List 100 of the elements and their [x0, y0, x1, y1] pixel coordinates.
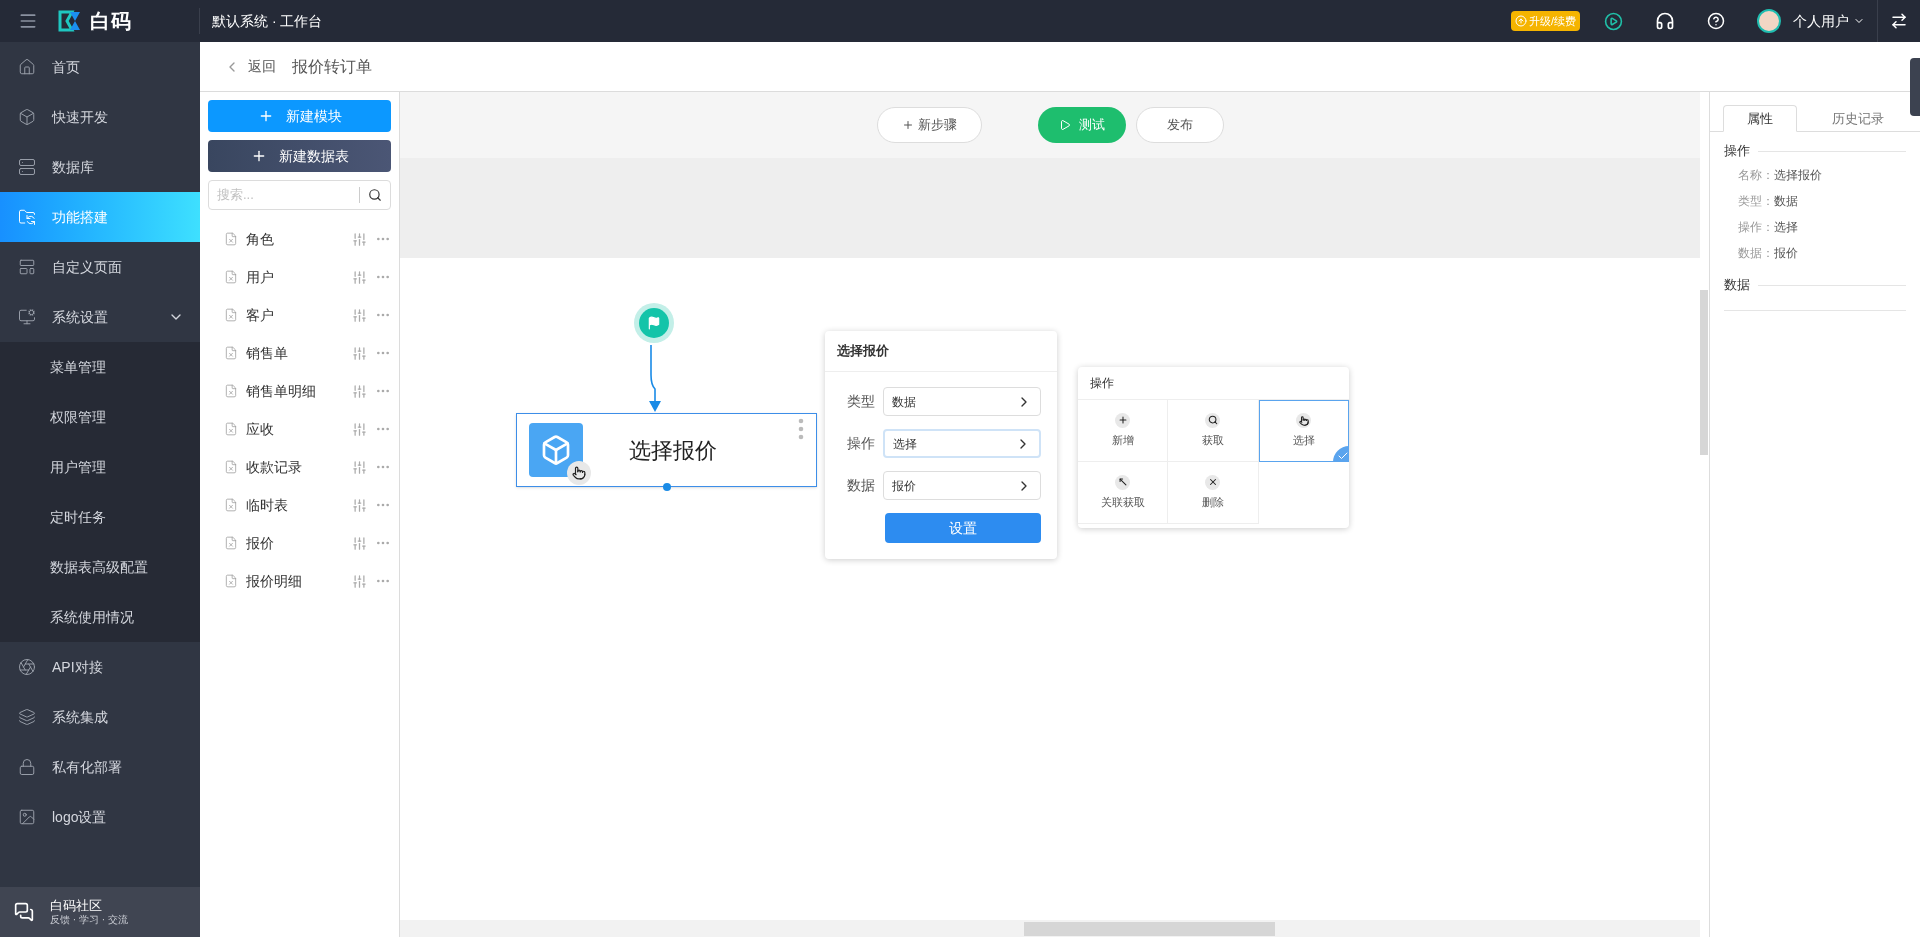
node-title: 选择报价	[629, 436, 718, 465]
popup-title: 选择报价	[825, 331, 1057, 372]
panel-tab[interactable]: 属性	[1723, 105, 1797, 132]
start-node[interactable]	[634, 303, 674, 343]
layout-icon	[18, 258, 36, 276]
sliders-icon[interactable]	[352, 459, 367, 475]
community-subtitle: 反馈 · 学习 · 交流	[50, 913, 128, 927]
search-field[interactable]: 搜索...	[208, 180, 391, 210]
plus-icon	[901, 119, 914, 131]
sidebar-item[interactable]: 自定义页面	[0, 242, 200, 292]
sliders-icon[interactable]	[352, 497, 367, 513]
node-icon	[529, 423, 591, 485]
operation-option[interactable]: 删除	[1168, 462, 1259, 524]
help-icon[interactable]	[1707, 12, 1725, 30]
operation-option[interactable]: 选择	[1258, 400, 1349, 462]
file-icon	[224, 232, 238, 246]
sidebar-item[interactable]: 快速开发	[0, 92, 200, 142]
submenu-item[interactable]: 定时任务	[0, 492, 200, 542]
section-title: 操作	[1724, 142, 1750, 161]
panel-tab[interactable]: 历史记录	[1821, 105, 1895, 132]
table-item[interactable]: 报价	[208, 524, 391, 562]
workspace-title: 默认系统 · 工作台	[212, 11, 323, 31]
table-item[interactable]: 报价明细	[208, 562, 391, 600]
table-item[interactable]: 应收	[208, 410, 391, 448]
operation-option[interactable]: 新增	[1078, 400, 1169, 462]
sliders-icon[interactable]	[352, 231, 367, 247]
new-button[interactable]: 新建数据表	[208, 140, 391, 172]
sliders-icon[interactable]	[352, 345, 367, 361]
sliders-icon[interactable]	[352, 573, 367, 589]
sidebar-item[interactable]: 系统设置	[0, 292, 200, 342]
property-value: 选择	[1774, 219, 1798, 236]
sidebar-item[interactable]: logo设置	[0, 792, 200, 842]
sliders-icon[interactable]	[352, 307, 367, 323]
operation-option[interactable]: 获取	[1168, 400, 1259, 462]
sidebar-item[interactable]: 系统集成	[0, 692, 200, 742]
headset-icon[interactable]	[1655, 11, 1675, 31]
back-link[interactable]: 返回	[224, 56, 276, 77]
file-icon	[224, 346, 238, 360]
search-icon	[1208, 415, 1218, 426]
sliders-icon[interactable]	[352, 535, 367, 551]
select-field[interactable]: 数据	[883, 387, 1041, 416]
publish-button[interactable]: 发布	[1135, 107, 1224, 143]
table-item[interactable]: 临时表	[208, 486, 391, 524]
logo-text: 白码	[90, 9, 132, 34]
side-handle[interactable]	[1910, 58, 1920, 116]
submenu-item[interactable]: 系统使用情况	[0, 592, 200, 642]
logo-icon	[58, 10, 82, 32]
file-icon	[224, 270, 238, 284]
sidebar-item[interactable]: 数据库	[0, 142, 200, 192]
table-item[interactable]: 销售单明细	[208, 372, 391, 410]
sliders-icon[interactable]	[352, 269, 367, 285]
lock-icon	[18, 758, 36, 776]
submenu-item[interactable]: 菜单管理	[0, 342, 200, 392]
table-item[interactable]: 用户	[208, 258, 391, 296]
community-panel[interactable]: 白码社区 反馈 · 学习 · 交流	[0, 887, 200, 937]
switch-icon[interactable]	[1890, 12, 1908, 30]
avatar[interactable]	[1757, 9, 1781, 33]
cube-icon	[18, 108, 36, 126]
section-title: 数据	[1724, 276, 1750, 295]
sliders-icon[interactable]	[352, 421, 367, 437]
search-input[interactable]: 搜索...	[217, 185, 351, 205]
submenu-item[interactable]: 权限管理	[0, 392, 200, 442]
field-label: 操作	[846, 434, 875, 453]
layers-icon	[18, 708, 36, 726]
user-menu[interactable]: 个人用户	[1793, 10, 1865, 32]
file-icon	[224, 384, 238, 398]
sliders-icon[interactable]	[352, 383, 367, 399]
community-title: 白码社区	[50, 897, 103, 914]
more-icon[interactable]	[798, 418, 804, 440]
play-icon[interactable]	[1604, 11, 1623, 31]
table-item[interactable]: 销售单	[208, 334, 391, 372]
popup-title: 操作	[1089, 375, 1115, 392]
file-icon	[224, 460, 238, 474]
search-icon[interactable]	[368, 188, 382, 202]
home-icon	[18, 58, 36, 76]
select-field[interactable]: 报价	[883, 471, 1041, 500]
table-item[interactable]: 角色	[208, 220, 391, 258]
aperture-icon	[18, 658, 36, 676]
menu-icon[interactable]	[18, 11, 38, 31]
submenu-item[interactable]: 用户管理	[0, 442, 200, 492]
field-label: 类型	[846, 392, 875, 411]
file-icon	[224, 574, 238, 588]
file-icon	[224, 498, 238, 512]
sidebar-item[interactable]: 私有化部署	[0, 742, 200, 792]
operation-option[interactable]: 关联获取	[1078, 462, 1169, 524]
vertical-scrollbar[interactable]	[1700, 290, 1708, 455]
property-label: 数据：	[1738, 245, 1774, 262]
horizontal-scrollbar[interactable]	[1024, 921, 1275, 936]
property-value: 选择报价	[1774, 167, 1822, 184]
connector-arrow	[646, 345, 664, 413]
sidebar-item[interactable]: 首页	[0, 42, 200, 92]
connection-handle[interactable]	[662, 483, 671, 491]
property-label: 名称：	[1738, 167, 1774, 184]
select-field[interactable]: 选择	[883, 429, 1041, 458]
sidebar-item[interactable]: API对接	[0, 642, 200, 692]
submenu-item[interactable]: 数据表高级配置	[0, 542, 200, 592]
new-step-button[interactable]: 新步骤	[876, 107, 982, 143]
page-title: 报价转订单	[292, 56, 372, 77]
table-item[interactable]: 客户	[208, 296, 391, 334]
table-item[interactable]: 收款记录	[208, 448, 391, 486]
